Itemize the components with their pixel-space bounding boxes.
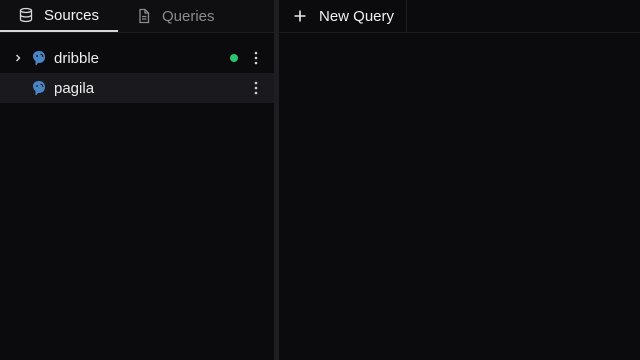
postgres-icon <box>30 79 48 97</box>
source-label: pagila <box>54 79 95 97</box>
more-options-icon[interactable] <box>246 78 266 98</box>
app-window: Sources Queries dribble pagila New Query <box>0 0 640 360</box>
editor-pane: New Query <box>279 0 640 360</box>
sources-list: dribble pagila <box>0 33 274 103</box>
tab-sources[interactable]: Sources <box>0 0 118 32</box>
sidebar: Sources Queries dribble pagila <box>0 0 274 360</box>
tab-queries[interactable]: Queries <box>118 0 229 32</box>
chevron-right-icon[interactable] <box>10 53 26 63</box>
tab-queries-label: Queries <box>162 7 215 25</box>
document-icon <box>136 8 152 24</box>
source-label: dribble <box>54 49 100 67</box>
tab-sources-label: Sources <box>44 6 100 24</box>
source-item-dribble[interactable]: dribble <box>0 43 274 73</box>
connected-status-dot <box>230 54 238 62</box>
source-item-pagila[interactable]: pagila <box>0 73 274 103</box>
database-icon <box>18 7 34 23</box>
more-options-icon[interactable] <box>246 48 266 68</box>
postgres-icon <box>30 49 48 67</box>
plus-icon <box>293 9 307 23</box>
editor-tabbar: New Query <box>279 0 640 33</box>
new-query-button[interactable]: New Query <box>279 0 408 32</box>
sidebar-tabs: Sources Queries <box>0 0 274 33</box>
new-query-label: New Query <box>319 7 395 25</box>
